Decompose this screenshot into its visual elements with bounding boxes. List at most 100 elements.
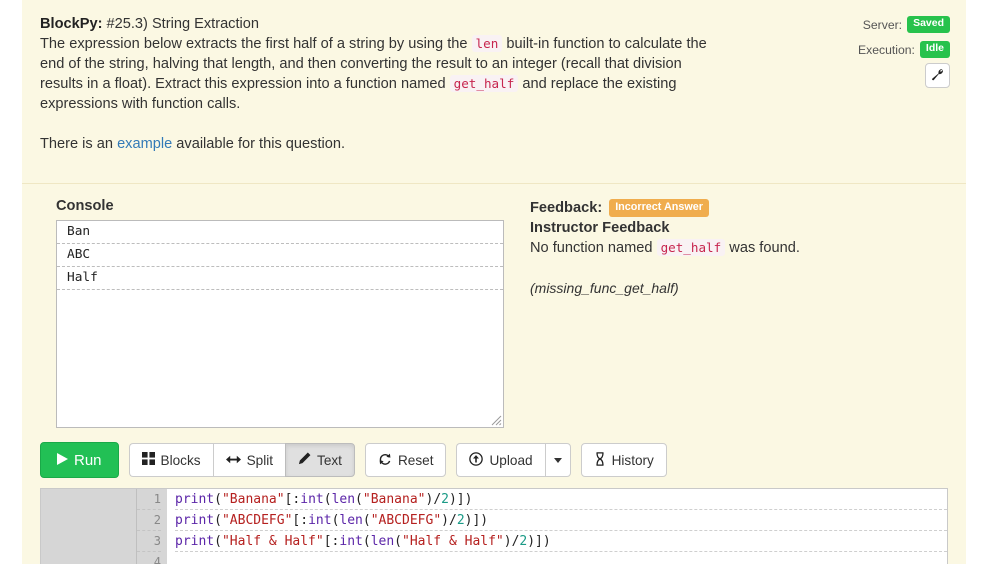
hourglass-icon	[594, 451, 606, 469]
code-token: [:	[284, 492, 301, 507]
text-view-button[interactable]: Text	[285, 443, 355, 477]
upload-group: Upload	[456, 443, 571, 477]
history-button[interactable]: History	[580, 443, 667, 477]
split-view-label: Split	[246, 452, 274, 468]
code-token: len	[370, 534, 395, 549]
code-token: print	[175, 492, 215, 507]
feedback-message-part2: was found.	[725, 240, 800, 257]
code-token: )/	[425, 492, 442, 507]
code-line: print("ABCDEFG"[:int(len("ABCDEFG")/2)])	[175, 510, 947, 531]
console-resize-handle[interactable]	[488, 412, 502, 426]
history-button-label: History	[611, 452, 654, 468]
code-token: )])	[448, 492, 473, 507]
code-token: )/	[503, 534, 520, 549]
code-token: "Banana"	[362, 492, 426, 507]
reset-button[interactable]: Reset	[364, 443, 447, 477]
code-editor-region: 1 2 3 4 print("Banana"[:int(len("Banana"…	[22, 484, 966, 564]
line-number: 3	[137, 531, 161, 552]
code-line: print("Banana"[:int(len("Banana")/2)])	[175, 489, 947, 510]
prompt-text: BlockPy: #25.3) String Extraction The exp…	[40, 14, 720, 154]
assignment-title-lead: BlockPy:	[40, 16, 103, 32]
feedback-header: Feedback: Incorrect Answer	[530, 199, 948, 218]
code-editor[interactable]: 1 2 3 4 print("Banana"[:int(len("Banana"…	[40, 488, 948, 564]
console-output[interactable]: Ban ABC Half	[56, 220, 504, 428]
feedback-label: Feedback:	[530, 200, 603, 217]
run-button-label: Run	[74, 451, 102, 469]
code-token: (	[214, 534, 222, 549]
feedback-inline-code: get_half	[656, 239, 726, 257]
code-token: (	[394, 534, 402, 549]
console-line: Half	[57, 267, 503, 290]
code-token: )])	[464, 513, 489, 528]
example-suffix: available for this question.	[172, 136, 346, 152]
reset-button-label: Reset	[397, 452, 434, 468]
code-token: )/	[441, 513, 457, 528]
upload-button-label: Upload	[489, 452, 533, 468]
play-icon	[57, 452, 68, 469]
example-link[interactable]: example	[117, 136, 172, 152]
feedback-code-note: (missing_func_get_half)	[530, 280, 679, 297]
code-token: [:	[323, 534, 340, 549]
code-token: 2	[441, 492, 449, 507]
code-token: print	[175, 534, 215, 549]
view-mode-group: Blocks Split Text	[128, 443, 355, 477]
line-number: 2	[137, 510, 161, 531]
text-view-label: Text	[317, 452, 342, 468]
code-token: int	[300, 492, 324, 507]
inline-code-get-half: get_half	[449, 75, 519, 92]
code-token: "ABCDEFG"	[221, 513, 293, 528]
code-token: "Banana"	[221, 492, 285, 507]
code-line: print("Half & Half"[:int(len("Half & Hal…	[175, 531, 947, 552]
upload-dropdown-button[interactable]	[544, 443, 571, 477]
blockpy-page: BlockPy: #25.3) String Extraction The exp…	[0, 0, 988, 564]
line-number: 1	[137, 489, 161, 510]
editor-toolbar: Run Blocks Split Text Reset Upload Histo…	[22, 438, 966, 488]
refresh-icon	[378, 452, 392, 469]
code-token: (	[214, 513, 222, 528]
assignment-title: #25.3) String Extraction	[102, 16, 260, 32]
code-token: int	[308, 513, 332, 528]
settings-button[interactable]	[925, 63, 950, 88]
code-token: (	[362, 534, 371, 549]
example-paragraph: There is an example available for this q…	[40, 134, 720, 154]
feedback-message: No function named get_half was found.	[530, 238, 948, 258]
code-token: (	[323, 492, 332, 507]
prompt-body-1: The expression below extracts the first …	[40, 36, 472, 52]
code-token: "Half & Half"	[402, 534, 504, 549]
editor-line-numbers: 1 2 3 4	[137, 489, 167, 564]
code-token: int	[339, 534, 363, 549]
blocks-view-label: Blocks	[160, 452, 201, 468]
code-token: )])	[527, 534, 551, 549]
server-status-row: Server: Saved	[858, 14, 950, 35]
code-token: (	[355, 492, 363, 507]
upload-circle-icon	[469, 451, 484, 469]
blocks-view-button[interactable]: Blocks	[128, 443, 213, 477]
status-cluster: Server: Saved Execution: Idle	[858, 14, 950, 89]
upload-button[interactable]: Upload	[456, 443, 545, 477]
feedback-message-part1: No function named	[530, 240, 657, 257]
inline-code-len: len	[471, 35, 503, 52]
editor-gutter-margin	[41, 489, 137, 564]
instructions-panel: BlockPy: #25.3) String Extraction The exp…	[22, 0, 966, 183]
code-token: "ABCDEFG"	[370, 513, 442, 528]
code-token: (	[362, 513, 371, 528]
wrench-icon	[931, 68, 944, 84]
server-status-badge: Saved	[907, 16, 950, 33]
console-line: Ban	[57, 221, 503, 244]
pencil-icon	[298, 452, 311, 468]
split-view-button[interactable]: Split	[212, 443, 286, 477]
feedback-status-badge: Incorrect Answer	[609, 199, 709, 218]
editor-code-area[interactable]: print("Banana"[:int(len("Banana")/2)]) pr…	[167, 489, 947, 564]
code-token: len	[331, 492, 356, 507]
run-button[interactable]: Run	[40, 442, 119, 478]
console-title: Console	[56, 198, 114, 214]
main-panel: BlockPy: #25.3) String Extraction The exp…	[22, 0, 966, 488]
chevron-down-icon	[553, 457, 562, 463]
execution-status-row: Execution: Idle	[858, 39, 950, 60]
line-number: 4	[137, 552, 161, 564]
feedback-subtitle: Instructor Feedback	[530, 220, 670, 237]
code-token: [:	[292, 513, 309, 528]
settings-row	[858, 63, 950, 88]
console-line: ABC	[57, 244, 503, 267]
